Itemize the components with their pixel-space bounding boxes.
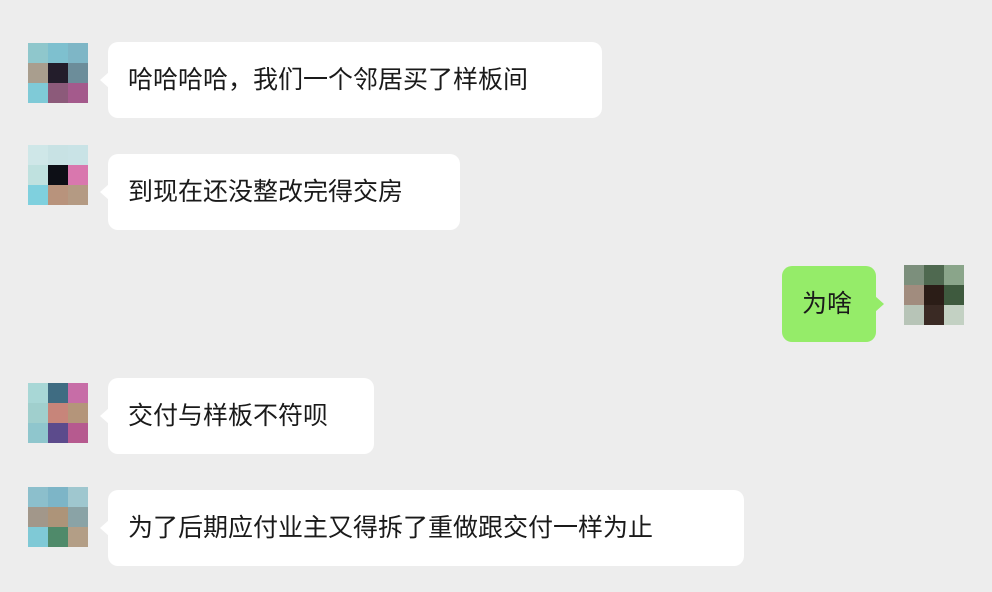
- avatar-tile: [48, 185, 68, 205]
- chat-message: 到现在还没整改完得交房: [0, 130, 992, 240]
- avatar-tile: [68, 423, 88, 443]
- avatar-tile: [944, 285, 964, 305]
- avatar-tile: [904, 285, 924, 305]
- avatar[interactable]: [28, 383, 88, 443]
- avatar-tile: [68, 527, 88, 547]
- avatar-tile: [68, 43, 88, 63]
- avatar-tile: [924, 305, 944, 325]
- avatar-tile: [48, 165, 68, 185]
- chat-message: 交付与样板不符呗: [0, 370, 992, 480]
- message-bubble[interactable]: 到现在还没整改完得交房: [100, 154, 460, 230]
- avatar-tile: [28, 383, 48, 403]
- avatar-tile: [48, 43, 68, 63]
- avatar-tile: [904, 305, 924, 325]
- avatar[interactable]: [28, 487, 88, 547]
- avatar-tile: [28, 487, 48, 507]
- avatar-tile: [28, 145, 48, 165]
- avatar-tile: [68, 487, 88, 507]
- avatar-tile: [68, 185, 88, 205]
- avatar-tile: [48, 383, 68, 403]
- avatar-tile: [48, 63, 68, 83]
- avatar-tile: [28, 403, 48, 423]
- chat-message: 为啥: [0, 250, 992, 360]
- chat-message: 哈哈哈哈，我们一个邻居买了样板间: [0, 0, 992, 130]
- avatar-tile: [28, 527, 48, 547]
- avatar[interactable]: [28, 145, 88, 205]
- avatar-tile: [68, 403, 88, 423]
- avatar-tile: [28, 185, 48, 205]
- avatar-tile: [48, 403, 68, 423]
- avatar-tile: [48, 145, 68, 165]
- avatar-tile: [924, 285, 944, 305]
- avatar-tile: [68, 507, 88, 527]
- avatar-tile: [28, 423, 48, 443]
- avatar-tile: [68, 145, 88, 165]
- avatar-tile: [924, 265, 944, 285]
- avatar-tile: [48, 83, 68, 103]
- avatar-tile: [28, 83, 48, 103]
- message-bubble[interactable]: 为啥: [782, 266, 884, 342]
- avatar-tile: [28, 63, 48, 83]
- chat-area: 哈哈哈哈，我们一个邻居买了样板间 到现在还没整改完得交房 为啥 交付与样板不符呗…: [0, 0, 992, 592]
- avatar-tile: [28, 43, 48, 63]
- avatar-tile: [944, 265, 964, 285]
- avatar-tile: [68, 83, 88, 103]
- avatar-tile: [68, 383, 88, 403]
- message-bubble[interactable]: 哈哈哈哈，我们一个邻居买了样板间: [100, 42, 602, 118]
- avatar-tile: [944, 305, 964, 325]
- avatar[interactable]: [28, 43, 88, 103]
- avatar-tile: [28, 165, 48, 185]
- avatar-tile: [28, 507, 48, 527]
- avatar-tile: [904, 265, 924, 285]
- avatar-tile: [68, 165, 88, 185]
- avatar[interactable]: [904, 265, 964, 325]
- message-bubble[interactable]: 为了后期应付业主又得拆了重做跟交付一样为止: [100, 490, 744, 566]
- avatar-tile: [48, 527, 68, 547]
- avatar-tile: [68, 63, 88, 83]
- avatar-tile: [48, 423, 68, 443]
- avatar-tile: [48, 487, 68, 507]
- message-bubble[interactable]: 交付与样板不符呗: [100, 378, 374, 454]
- avatar-tile: [48, 507, 68, 527]
- chat-message: 为了后期应付业主又得拆了重做跟交付一样为止: [0, 480, 992, 592]
